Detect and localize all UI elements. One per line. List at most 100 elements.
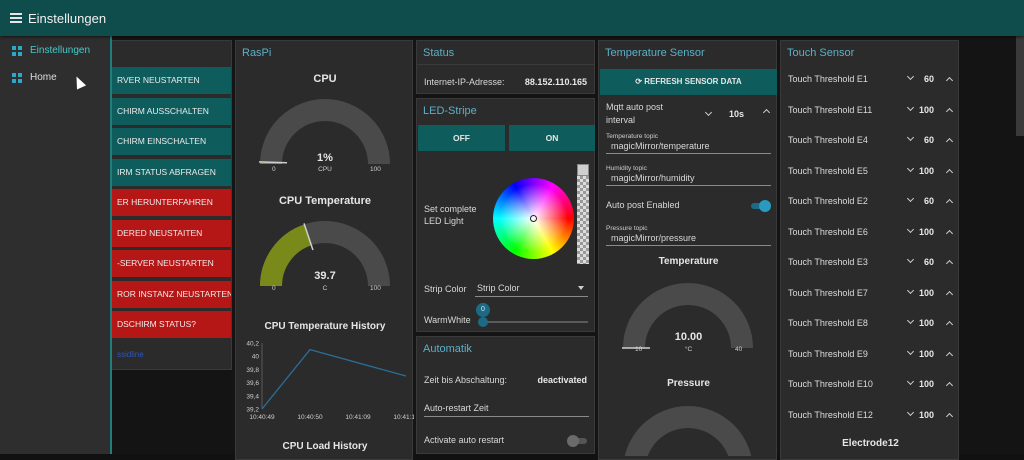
- threshold-increase-icon[interactable]: [946, 412, 953, 419]
- threshold-increase-icon[interactable]: [946, 290, 953, 297]
- refresh-sensor-button[interactable]: ⟳ REFRESH SENSOR DATA: [600, 69, 777, 95]
- pressure-topic-label: Pressure topic: [606, 225, 648, 232]
- touch-threshold-value: 100: [919, 349, 934, 359]
- system-action-button[interactable]: -SERVER NEUSTARTEN: [99, 250, 231, 277]
- sensor-gauge-max: 40: [735, 346, 742, 353]
- interval-decrease-icon[interactable]: [705, 109, 712, 116]
- color-wheel-cursor[interactable]: [530, 215, 537, 222]
- sidebar-item-home[interactable]: Home: [0, 64, 110, 91]
- system-action-button[interactable]: DSCHIRM STATUS?: [99, 311, 231, 338]
- y-tick-label: 39,2: [246, 407, 259, 414]
- menu-icon[interactable]: [10, 13, 22, 23]
- warmwhite-slider[interactable]: 0: [482, 321, 588, 323]
- system-action-button[interactable]: IRM STATUS ABFRAGEN: [99, 159, 231, 186]
- threshold-decrease-icon[interactable]: [907, 225, 914, 232]
- x-tick-label: 10:40:50: [297, 414, 323, 421]
- touch-title: Touch Sensor: [781, 41, 958, 65]
- touch-threshold-row: Touch Threshold E12 100: [781, 407, 958, 423]
- y-tick-label: 40: [252, 354, 260, 361]
- system-action-button[interactable]: ER HERUNTERFAHREN: [99, 189, 231, 216]
- touch-threshold-value: 100: [919, 166, 934, 176]
- threshold-decrease-icon[interactable]: [907, 103, 914, 110]
- load-history-title: CPU Load History: [236, 441, 414, 452]
- threshold-increase-icon[interactable]: [946, 351, 953, 358]
- color-wheel[interactable]: [493, 178, 574, 259]
- restart-zeit-input[interactable]: Auto-restart Zeit: [424, 399, 589, 417]
- system-action-button[interactable]: RVER NEUSTARTEN: [99, 67, 231, 94]
- threshold-increase-icon[interactable]: [946, 260, 953, 267]
- touch-threshold-row: Touch Threshold E9100: [781, 346, 958, 362]
- touch-threshold-row: Touch Threshold E160: [781, 71, 958, 87]
- system-action-button[interactable]: ROR INSTANZ NEUSTARTEN: [99, 281, 231, 308]
- dashboard-icon: [12, 73, 22, 83]
- pressure-topic-value[interactable]: magicMirror/pressure: [611, 233, 696, 243]
- threshold-increase-icon[interactable]: [946, 321, 953, 328]
- cpu-gauge-min: 0: [272, 166, 276, 173]
- touch-threshold-value: 60: [924, 135, 934, 145]
- x-tick-label: 10:40:49: [249, 414, 275, 421]
- threshold-decrease-icon[interactable]: [907, 408, 914, 415]
- led-off-button[interactable]: OFF: [418, 125, 505, 151]
- temp-sensor-title: Temperature Sensor: [599, 41, 776, 65]
- system-action-button[interactable]: DERED NEUSTAITEN: [99, 220, 231, 247]
- threshold-decrease-icon[interactable]: [907, 256, 914, 263]
- automatik-card: Automatik Zeit bis Abschaltung: deactiva…: [416, 336, 595, 454]
- touch-threshold-label: Touch Threshold E6: [788, 227, 868, 237]
- temp-topic-value[interactable]: magicMirror/temperature: [611, 141, 710, 151]
- touch-threshold-row: Touch Threshold E10100: [781, 376, 958, 392]
- threshold-decrease-icon[interactable]: [907, 317, 914, 324]
- threshold-decrease-icon[interactable]: [907, 286, 914, 293]
- x-tick-label: 10:41:19: [393, 414, 414, 421]
- threshold-decrease-icon[interactable]: [907, 347, 914, 354]
- set-led-label: Set complete LED Light: [424, 203, 492, 227]
- touch-threshold-row: Touch Threshold E8100: [781, 315, 958, 331]
- interval-increase-icon[interactable]: [763, 109, 770, 116]
- threshold-increase-icon[interactable]: [946, 138, 953, 145]
- threshold-increase-icon[interactable]: [946, 77, 953, 84]
- auto-post-label: Auto post Enabled: [606, 200, 680, 210]
- threshold-increase-icon[interactable]: [946, 168, 953, 175]
- activate-restart-toggle[interactable]: [569, 438, 587, 444]
- threshold-increase-icon[interactable]: [946, 382, 953, 389]
- sidebar-item-label: Home: [30, 72, 57, 83]
- threshold-decrease-icon[interactable]: [907, 164, 914, 171]
- touch-threshold-label: Touch Threshold E7: [788, 288, 868, 298]
- threshold-decrease-icon[interactable]: [907, 378, 914, 385]
- pressure-topic-underline: [606, 245, 771, 246]
- system-action-button[interactable]: CHIRM EINSCHALTEN: [99, 128, 231, 155]
- touch-threshold-label: Touch Threshold E4: [788, 135, 868, 145]
- touch-threshold-row: Touch Threshold E6100: [781, 224, 958, 240]
- touch-threshold-value: 100: [919, 410, 934, 420]
- ip-value: 88.152.110.165: [525, 77, 587, 87]
- sidebar-item-einstellungen[interactable]: Einstellungen: [0, 37, 110, 64]
- hum-topic-value[interactable]: magicMirror/humidity: [611, 173, 695, 183]
- refresh-sensor-label: REFRESH SENSOR DATA: [644, 77, 742, 86]
- touch-threshold-label: Touch Threshold E12: [788, 410, 873, 420]
- temp-topic-underline: [606, 153, 771, 154]
- led-on-button[interactable]: ON: [509, 125, 595, 151]
- system-action-button[interactable]: CHIRM AUSSCHALTEN: [99, 98, 231, 125]
- strip-color-label: Strip Color: [424, 284, 467, 294]
- link-text[interactable]: ssidline: [117, 350, 144, 359]
- touch-threshold-label: Touch Threshold E1: [788, 74, 868, 84]
- strip-color-value: Strip Color: [477, 283, 520, 293]
- threshold-increase-icon[interactable]: [946, 199, 953, 206]
- page-title: Einstellungen: [28, 11, 106, 26]
- brightness-slider[interactable]: [577, 164, 589, 264]
- threshold-increase-icon[interactable]: [946, 229, 953, 236]
- raspi-card: RasPi CPU 1% CPU 0 100 CPU Temperature 3…: [235, 40, 413, 460]
- threshold-decrease-icon[interactable]: [907, 195, 914, 202]
- strip-color-select[interactable]: Strip Color: [475, 279, 588, 297]
- touch-threshold-row: Touch Threshold E5100: [781, 163, 958, 179]
- touch-threshold-label: Touch Threshold E10: [788, 379, 873, 389]
- warmwhite-thumb[interactable]: [478, 317, 488, 327]
- caret-down-icon: [578, 286, 584, 290]
- sensor-gauge-min: 10: [635, 346, 642, 353]
- scrollbar[interactable]: [1016, 36, 1024, 136]
- temperature-sensor-card: Temperature Sensor ⟳ REFRESH SENSOR DATA…: [598, 40, 777, 460]
- threshold-increase-icon[interactable]: [946, 107, 953, 114]
- ip-label: Internet-IP-Adresse:: [424, 77, 505, 87]
- threshold-decrease-icon[interactable]: [907, 73, 914, 80]
- threshold-decrease-icon[interactable]: [907, 134, 914, 141]
- auto-post-toggle[interactable]: [751, 203, 769, 209]
